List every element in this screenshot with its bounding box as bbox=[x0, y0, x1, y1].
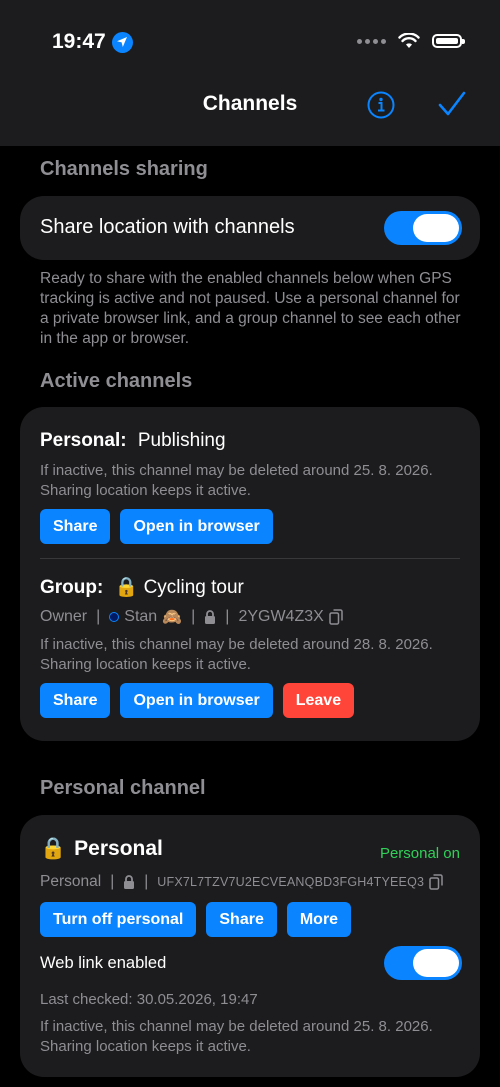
turn-off-personal-button[interactable]: Turn off personal bbox=[40, 902, 197, 937]
share-location-row: Share location with channels bbox=[20, 196, 480, 260]
open-in-browser-button[interactable]: Open in browser bbox=[120, 683, 273, 718]
section-header-active-channels: Active channels bbox=[40, 370, 193, 392]
personal-channel-title: 🔒 Personal bbox=[40, 837, 163, 861]
location-arrow-icon bbox=[111, 31, 133, 53]
lock-icon: 🔒 bbox=[114, 577, 139, 598]
channel-name: Cycling tour bbox=[143, 577, 244, 598]
divider bbox=[40, 558, 460, 559]
channel-name: Personal bbox=[74, 837, 163, 860]
personal-channel-note: If inactive, this channel may be deleted… bbox=[40, 1018, 433, 1055]
group-channel-actions: Share Open in browser Leave bbox=[40, 683, 355, 718]
group-channel-meta: Owner | Stan 🙈 | | 2YGW4Z3X bbox=[40, 607, 343, 627]
copy-icon[interactable] bbox=[329, 609, 343, 625]
status-bar-indicators bbox=[357, 33, 465, 49]
info-icon[interactable] bbox=[367, 91, 395, 119]
lock-icon bbox=[205, 610, 216, 624]
section-header-personal-channel: Personal channel bbox=[40, 777, 206, 799]
web-link-label: Web link enabled bbox=[40, 954, 167, 972]
channel-name: Publishing bbox=[137, 430, 226, 451]
sharing-footer-note: Ready to share with the enabled channels… bbox=[40, 270, 461, 347]
group-channel-row-title: Group: 🔒 Cycling tour bbox=[40, 575, 244, 599]
time-text: 19:47 bbox=[52, 30, 106, 53]
status-bar-time: 19:47 bbox=[52, 30, 133, 54]
done-checkmark-icon[interactable] bbox=[438, 90, 466, 118]
personal-channel-card: 🔒 Personal Personal on Personal | | UFX7… bbox=[20, 815, 480, 1077]
share-button[interactable]: Share bbox=[40, 509, 111, 544]
share-button[interactable]: Share bbox=[206, 902, 277, 937]
member-status-dot-icon bbox=[109, 612, 120, 622]
navigation-bar: 19:47 Channels bbox=[0, 0, 500, 146]
lock-icon bbox=[124, 875, 135, 889]
meta-label: Personal bbox=[40, 873, 102, 890]
last-checked-text: Last checked: 30.05.2026, 19:47 bbox=[40, 991, 258, 1008]
share-location-label: Share location with channels bbox=[40, 216, 295, 238]
web-link-toggle[interactable] bbox=[384, 946, 462, 980]
member-name: Stan bbox=[124, 608, 158, 625]
group-code: 2YGW4Z3X bbox=[238, 608, 324, 625]
cellular-signal-icon bbox=[357, 38, 386, 44]
active-channels-card: Personal: Publishing If inactive, this c… bbox=[20, 407, 480, 741]
battery-icon bbox=[432, 34, 465, 48]
leave-button[interactable]: Leave bbox=[282, 683, 355, 718]
role-text: Owner bbox=[40, 608, 88, 625]
personal-channel-actions: Share Open in browser bbox=[40, 509, 273, 544]
share-location-toggle[interactable] bbox=[384, 211, 462, 245]
wifi-icon bbox=[398, 33, 420, 48]
member-emoji: 🙈 bbox=[162, 609, 183, 626]
personal-channel-row-title: Personal: Publishing bbox=[40, 430, 226, 452]
channel-kind-label: Group: bbox=[40, 577, 104, 598]
personal-channel-meta: Personal | | UFX7L7TZV7U2ECVEANQBD3FGH4T… bbox=[40, 873, 443, 891]
share-button[interactable]: Share bbox=[40, 683, 111, 718]
more-button[interactable]: More bbox=[286, 902, 352, 937]
copy-icon[interactable] bbox=[429, 874, 443, 890]
status-badge: Personal on bbox=[379, 845, 460, 862]
open-in-browser-button[interactable]: Open in browser bbox=[120, 509, 273, 544]
group-channel-note: If inactive, this channel may be deleted… bbox=[40, 636, 433, 673]
lock-icon: 🔒 bbox=[40, 837, 67, 860]
page-title: Channels bbox=[202, 92, 298, 115]
personal-channel-note: If inactive, this channel may be deleted… bbox=[40, 462, 433, 499]
personal-code: UFX7L7TZV7U2ECVEANQBD3FGH4TYEEQ3 bbox=[157, 875, 425, 889]
section-header-channels-sharing: Channels sharing bbox=[40, 158, 208, 180]
personal-channel-actions: Turn off personal Share More bbox=[40, 902, 352, 937]
channel-kind-label: Personal: bbox=[40, 430, 127, 451]
